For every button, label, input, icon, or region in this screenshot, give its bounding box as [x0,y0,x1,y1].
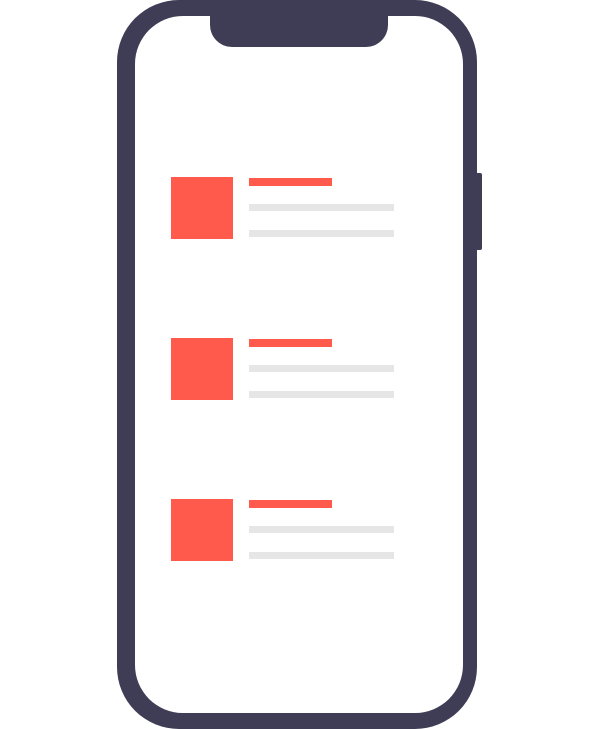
title-placeholder [249,339,332,347]
phone-notch [210,0,388,47]
text-line-placeholder [249,391,394,398]
text-line-placeholder [249,552,394,559]
text-line-placeholder [249,230,394,237]
thumbnail-placeholder [171,338,233,400]
text-line-placeholder [249,365,394,372]
thumbnail-placeholder [171,177,233,239]
title-placeholder [249,178,332,186]
list-item[interactable] [171,177,401,239]
text-line-placeholder [249,204,394,211]
phone-side-button [475,173,482,250]
list-item[interactable] [171,338,401,400]
text-line-placeholder [249,526,394,533]
illustration [0,0,600,729]
list-item[interactable] [171,499,401,561]
thumbnail-placeholder [171,499,233,561]
title-placeholder [249,500,332,508]
